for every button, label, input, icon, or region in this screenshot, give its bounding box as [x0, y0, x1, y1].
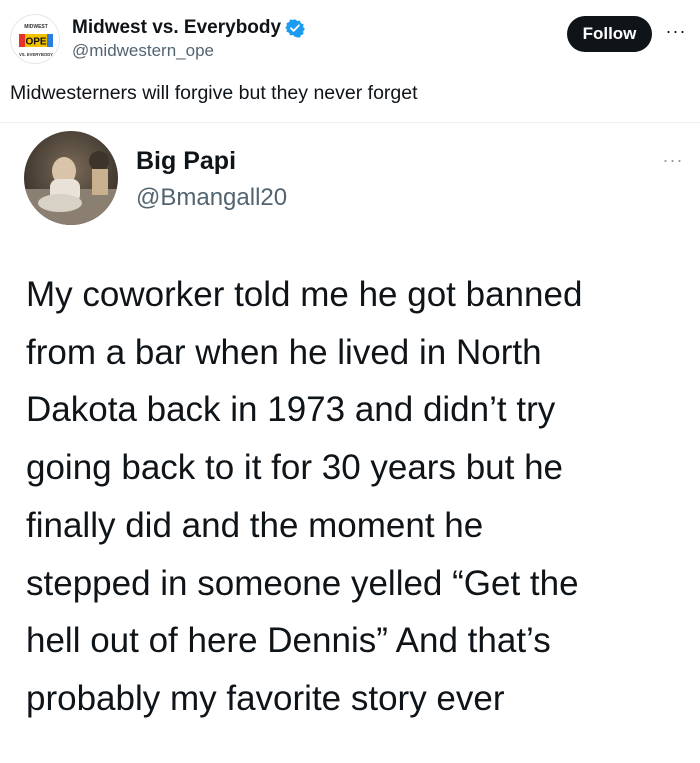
page: OPE MIDWEST VS. EVERYBODY Midwest vs. Ev… — [0, 0, 700, 763]
author-handle[interactable]: @midwestern_ope — [72, 41, 214, 61]
embedded-author-handle: @Bmangall20 — [136, 184, 288, 211]
embedded-text-line: hell out of here Dennis” And that’s — [26, 621, 551, 661]
embedded-text-line: from a bar when he lived in North — [26, 332, 542, 372]
embedded-more-icon: ··· — [662, 150, 684, 170]
author-name[interactable]: Midwest vs. Everybody — [72, 17, 305, 39]
post-text: Midwesterners will forgive but they neve… — [10, 82, 418, 104]
more-options-icon[interactable]: ··· — [663, 21, 689, 41]
verified-badge-icon — [285, 18, 305, 38]
author-avatar[interactable]: OPE MIDWEST VS. EVERYBODY — [10, 14, 60, 64]
embedded-text-line: Dakota back in 1973 and didn’t try — [26, 390, 556, 430]
embedded-text-line: stepped in someone yelled “Get the — [26, 563, 579, 603]
embedded-text-line: going back to it for 30 years but he — [26, 448, 563, 488]
svg-text:OPE: OPE — [25, 37, 46, 48]
photo-avatar-icon — [24, 131, 118, 225]
post-header: OPE MIDWEST VS. EVERYBODY Midwest vs. Ev… — [0, 0, 700, 104]
midwest-logo-icon: OPE MIDWEST VS. EVERYBODY — [12, 16, 59, 63]
embedded-post-text: My coworker told me he got banned from a… — [26, 266, 686, 728]
svg-text:MIDWEST: MIDWEST — [24, 24, 48, 30]
svg-text:VS. EVERYBODY: VS. EVERYBODY — [19, 52, 53, 57]
embedded-text-line: probably my favorite story ever — [26, 678, 505, 718]
embedded-author-avatar — [24, 131, 118, 225]
embedded-text-line: finally did and the moment he — [26, 505, 484, 545]
embedded-text-line: My coworker told me he got banned — [26, 275, 583, 314]
embedded-screenshot: Big Papi @Bmangall20 ··· My coworker tol… — [0, 122, 700, 763]
embedded-author-name: Big Papi — [136, 147, 237, 175]
follow-button[interactable]: Follow — [567, 16, 652, 52]
author-name-text[interactable]: Midwest vs. Everybody — [72, 17, 281, 39]
